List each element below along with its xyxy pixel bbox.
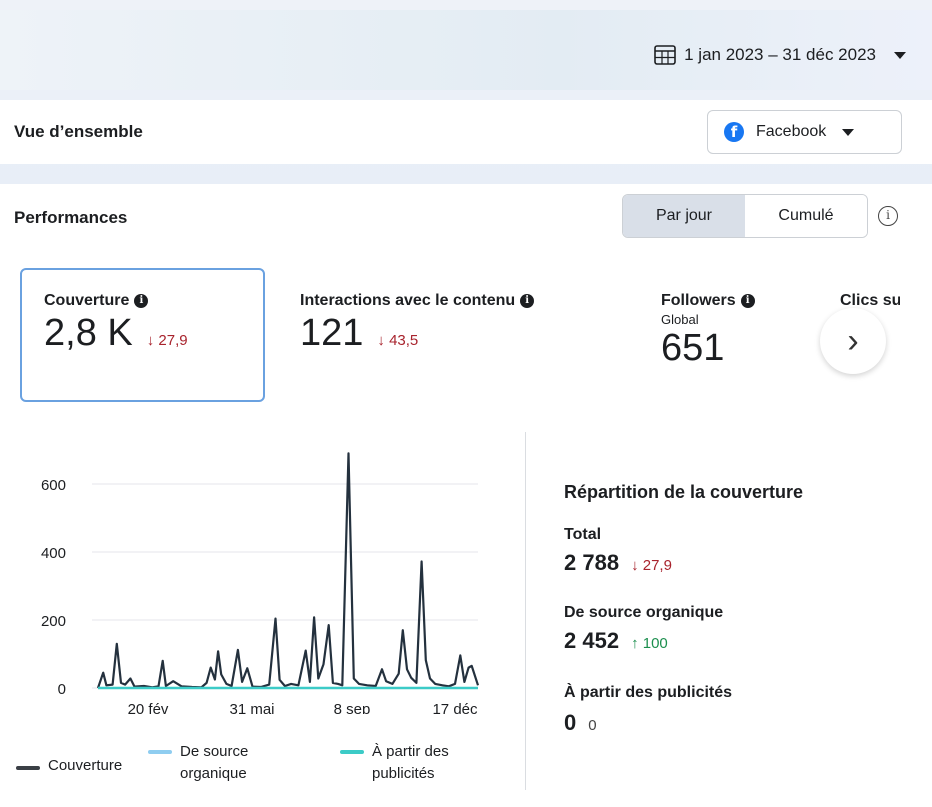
platform-select[interactable]: f Facebook	[707, 110, 902, 154]
legend-swatch	[340, 750, 364, 754]
metric-value: 651	[661, 327, 725, 369]
breakdown-value: 2 788	[564, 550, 620, 575]
breakdown-label: Total	[564, 526, 602, 543]
breakdown-total: Total 2 788 ↓ 27,9	[564, 526, 672, 576]
info-icon[interactable]: i	[878, 206, 898, 226]
reach-breakdown: Répartition de la couverture	[564, 482, 803, 503]
toggle-daily[interactable]: Par jour	[623, 195, 745, 237]
y-tick-label: 600	[41, 477, 66, 494]
breakdown-organic: De source organique 2 452 ↑ 100	[564, 604, 723, 654]
breakdown-ads: À partir des publicités 0 0	[564, 684, 732, 736]
info-icon[interactable]: i	[740, 294, 755, 308]
chevron-down-icon	[842, 128, 855, 136]
info-icon[interactable]: i	[520, 294, 535, 308]
breakdown-delta: 0	[588, 717, 597, 734]
metric-card-followers[interactable]: Followers i Global 651	[661, 268, 811, 402]
metric-card-interactions[interactable]: Interactions avec le contenu i 121 ↓ 43,5	[300, 268, 610, 402]
metric-sublabel: Global	[661, 312, 699, 327]
legend-label: À partir des publicités	[372, 743, 449, 782]
chevron-down-icon	[894, 51, 906, 59]
breakdown-value: 0	[564, 710, 577, 735]
date-range-label: 1 jan 2023 – 31 déc 2023	[684, 45, 876, 64]
metric-value: 2,8 K	[44, 312, 133, 354]
metric-value: 121	[300, 312, 364, 354]
toggle-cumulative[interactable]: Cumulé	[745, 195, 867, 237]
legend-label: Couverture	[48, 757, 123, 774]
legend-item-ads[interactable]: À partir des publicités	[340, 741, 492, 785]
breakdown-delta: ↑ 100	[631, 635, 668, 652]
reach-chart: 0 200 400 600 20 fév 31 mai 8 sep 17 déc	[41, 452, 480, 714]
breakdown-label: De source organique	[564, 604, 724, 621]
date-range-picker[interactable]: 1 jan 2023 – 31 déc 2023	[654, 42, 906, 68]
legend-item-reach[interactable]: Couverture	[16, 757, 122, 774]
legend-item-organic[interactable]: De source organique	[148, 741, 280, 785]
series-line-0	[96, 452, 480, 689]
next-metrics-button[interactable]: ›	[820, 308, 886, 374]
y-tick-label: 400	[41, 545, 66, 562]
legend-swatch	[16, 766, 40, 770]
info-icon[interactable]: i	[134, 294, 149, 308]
x-tick-label: 20 fév	[128, 701, 169, 714]
date-bar: 1 jan 2023 – 31 déc 2023	[0, 10, 932, 90]
metric-label: Interactions avec le contenu	[300, 292, 516, 309]
x-tick-label: 31 mai	[229, 701, 274, 714]
y-tick-label: 0	[58, 681, 66, 698]
performance-panel: Performances Par jour Cumulé i Couvertur…	[0, 184, 932, 807]
breakdown-title: Répartition de la couverture	[564, 482, 804, 502]
x-tick-label: 17 déc	[432, 701, 478, 714]
breakdown-label: À partir des publicités	[564, 684, 733, 701]
legend-swatch	[148, 750, 172, 754]
performance-title: Performances	[14, 208, 128, 227]
divider	[525, 432, 526, 790]
metric-delta: ↓ 43,5	[377, 332, 419, 349]
overview-title: Vue d’ensemble	[14, 122, 143, 141]
view-toggle: Par jour Cumulé	[622, 194, 868, 238]
facebook-icon: f	[724, 122, 744, 142]
metric-label: Couverture	[44, 292, 130, 309]
legend-label: De source organique	[180, 743, 249, 782]
metric-card-reach[interactable]: Couverture i 2,8 K ↓ 27,9	[20, 268, 265, 402]
y-tick-label: 200	[41, 613, 66, 630]
overview-panel: Vue d’ensemble f Facebook	[0, 100, 932, 164]
x-tick-label: 8 sep	[334, 701, 371, 714]
breakdown-delta: ↓ 27,9	[631, 557, 672, 574]
chevron-right-icon: ›	[847, 322, 859, 360]
metric-delta: ↓ 27,9	[146, 332, 188, 349]
calendar-icon	[654, 45, 676, 65]
metric-label: Followers	[661, 292, 736, 309]
breakdown-value: 2 452	[564, 628, 620, 653]
platform-label: Facebook	[756, 123, 827, 140]
